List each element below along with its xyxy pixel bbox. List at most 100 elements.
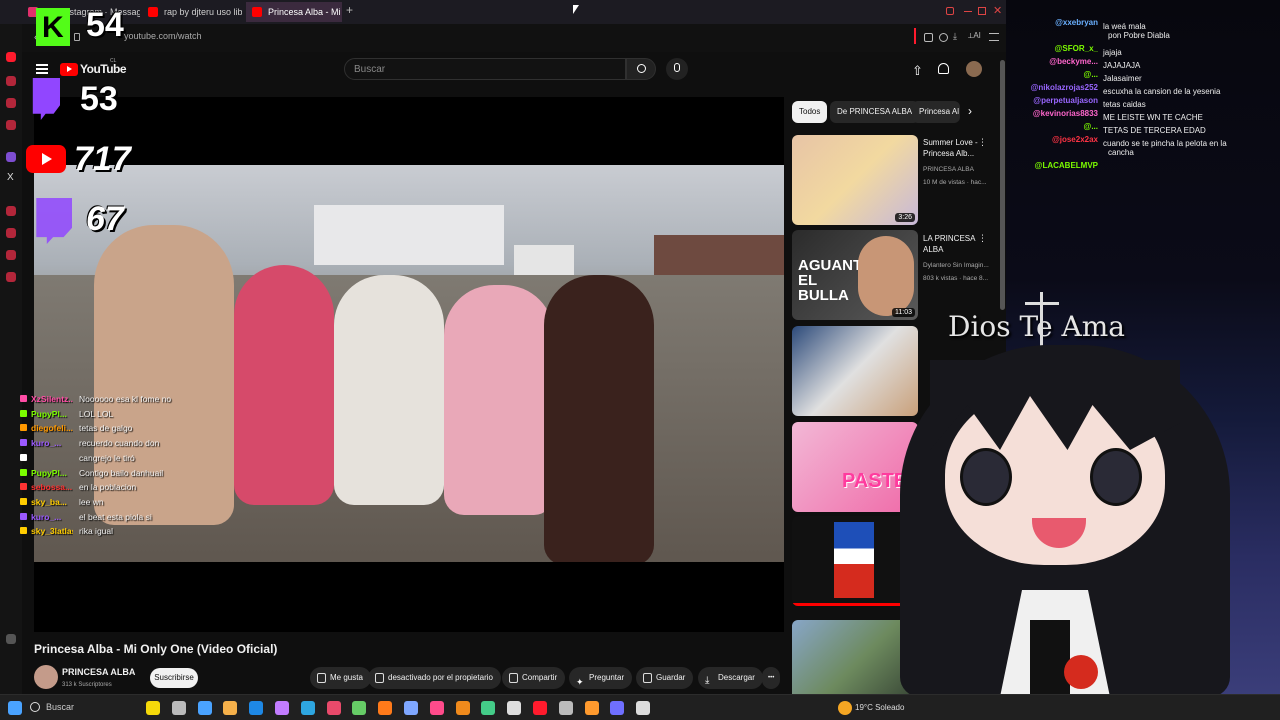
sidebar-app-icon[interactable] <box>6 206 16 216</box>
edge-dev-icon[interactable] <box>300 701 315 715</box>
windows-start-icon[interactable] <box>8 701 22 715</box>
app-icon[interactable] <box>507 701 522 715</box>
chip-princesa-alba[interactable]: Princesa Al <box>912 101 960 123</box>
share-button[interactable]: Compartir <box>502 667 566 689</box>
download-icon[interactable]: ⤓ <box>953 31 957 42</box>
chat-message: kuro_... recuerdo cuando don <box>20 438 159 448</box>
taskbar-search-input[interactable]: Buscar <box>46 702 74 712</box>
ask-button[interactable]: ✦ Preguntar <box>569 667 633 689</box>
hamburger-menu-icon[interactable] <box>36 64 48 74</box>
vscode-icon[interactable] <box>249 701 264 715</box>
extension-icon[interactable] <box>924 33 933 42</box>
opera-icon[interactable] <box>533 701 547 715</box>
menu-icon[interactable] <box>989 33 999 41</box>
task-view-icon[interactable] <box>171 701 186 715</box>
file-explorer-icon[interactable] <box>223 701 238 715</box>
app-icon[interactable] <box>429 701 444 715</box>
chat-username: @jose2x2ax <box>1051 135 1098 144</box>
chat-badge-icon <box>20 453 27 461</box>
url-text[interactable]: youtube.com/watch <box>124 31 202 41</box>
sidebar-app-icon[interactable] <box>6 228 16 238</box>
app-icon[interactable] <box>584 701 599 715</box>
video-player[interactable] <box>34 97 784 632</box>
more-options-icon[interactable]: ⋮ <box>978 233 987 244</box>
dislike-button[interactable]: desactivado por el propietario <box>368 667 501 689</box>
thumbs-down-icon <box>375 673 384 683</box>
app-icon[interactable] <box>352 701 367 715</box>
save-label: Guardar <box>656 673 686 682</box>
new-tab-button[interactable]: + <box>346 3 353 17</box>
app-icon[interactable] <box>636 701 651 715</box>
chat-text: Contigo bailo danhuail <box>79 467 164 478</box>
like-button[interactable]: Me gusta <box>310 667 371 689</box>
related-thumbnail[interactable]: AGUANTE EL BULLA 11:03 <box>792 230 918 320</box>
browser-tab-bar: 63 · Instagram · Messages rap by djteru … <box>0 0 1010 24</box>
address-bar[interactable]: ‹ youtube.com/watch ⤓ ⟂AI <box>0 24 1010 52</box>
app-icon[interactable] <box>275 701 289 715</box>
sidebar-app-icon[interactable] <box>6 76 16 86</box>
firefox-icon[interactable] <box>378 701 393 715</box>
profile-icon[interactable] <box>939 33 948 42</box>
thumbnail-text: PASTE <box>842 470 908 492</box>
sidebar-app-icon[interactable] <box>6 98 16 108</box>
notifications-bell-icon[interactable] <box>938 63 949 74</box>
chat-username: sebossa... <box>31 482 73 493</box>
avatar[interactable] <box>966 61 982 77</box>
maximize-icon[interactable] <box>978 7 986 15</box>
tab-rap-video[interactable]: rap by djteru uso libre - Yo <box>142 2 242 22</box>
related-thumbnail[interactable] <box>792 326 918 416</box>
dislike-label: desactivado por el propietario <box>388 673 493 682</box>
channel-avatar[interactable] <box>34 665 58 689</box>
app-icon[interactable] <box>326 701 341 715</box>
background-building <box>314 205 504 265</box>
chat-username: @... <box>1083 70 1098 79</box>
more-actions-button[interactable]: ••• <box>762 667 781 689</box>
copilot-icon[interactable] <box>146 701 160 715</box>
chat-message: XzSilentz... Noooooo esa kl fome no <box>20 394 171 404</box>
share-label: Compartir <box>522 673 558 682</box>
app-icon[interactable] <box>481 701 496 715</box>
youtube-logo-text[interactable]: YouTube <box>80 62 127 76</box>
sidebar-app-icon[interactable] <box>6 250 16 260</box>
subscribe-button[interactable]: Suscribirse <box>150 668 198 688</box>
chat-badge-icon <box>20 468 27 476</box>
page-scrollbar[interactable] <box>1000 60 1005 310</box>
cross-bar <box>1025 302 1059 305</box>
chat-username: sky_3latlas <box>31 526 73 537</box>
bookmark-icon <box>643 673 652 683</box>
microphone-button[interactable] <box>666 58 688 80</box>
sidebar-settings-icon[interactable] <box>6 634 16 644</box>
x-icon[interactable]: X <box>7 172 14 183</box>
upload-icon[interactable]: ⇧ <box>912 63 923 79</box>
related-thumbnail[interactable]: 3:26 <box>792 135 918 225</box>
tab-princesa-alba[interactable]: Princesa Alba - Mi On <box>246 2 342 22</box>
video-frame[interactable] <box>34 165 784 562</box>
youtube-logo-icon[interactable] <box>60 63 78 76</box>
channel-name[interactable]: PRINCESA ALBA <box>62 667 135 677</box>
app-icon[interactable] <box>558 701 573 715</box>
download-button[interactable]: ⤓ Descargar <box>698 667 763 689</box>
window-minimize-icon[interactable] <box>964 11 972 12</box>
related-title[interactable]: LA PRINCESA ALBA <box>923 233 985 255</box>
minimize-icon[interactable] <box>946 7 954 15</box>
chat-username: kuro_... <box>31 438 62 449</box>
save-button[interactable]: Guardar <box>636 667 694 689</box>
sidebar-app-icon[interactable] <box>6 272 16 282</box>
opera-icon[interactable] <box>6 52 16 62</box>
app-icon[interactable] <box>404 701 418 715</box>
search-button[interactable] <box>626 58 656 80</box>
twitch-sidebar-icon[interactable] <box>6 152 16 162</box>
related-title[interactable]: Summer Love - Princesa Alb... <box>923 137 985 159</box>
chip-todos[interactable]: Todos <box>792 101 828 123</box>
app-icon[interactable] <box>610 701 625 715</box>
sidebar-app-icon[interactable] <box>6 120 16 130</box>
edge-icon[interactable] <box>197 701 212 715</box>
more-options-icon[interactable]: ⋮ <box>978 137 987 148</box>
chevron-right-icon[interactable]: › <box>968 104 972 118</box>
chip-de-princesa-alba[interactable]: De PRINCESA ALBA <box>830 101 920 123</box>
microphone-icon <box>674 63 680 72</box>
search-input[interactable]: Buscar <box>344 58 626 80</box>
ai-button[interactable]: ⟂AI <box>968 31 981 41</box>
chrome-icon[interactable] <box>455 701 470 715</box>
close-icon[interactable]: ✕ <box>993 4 1002 17</box>
